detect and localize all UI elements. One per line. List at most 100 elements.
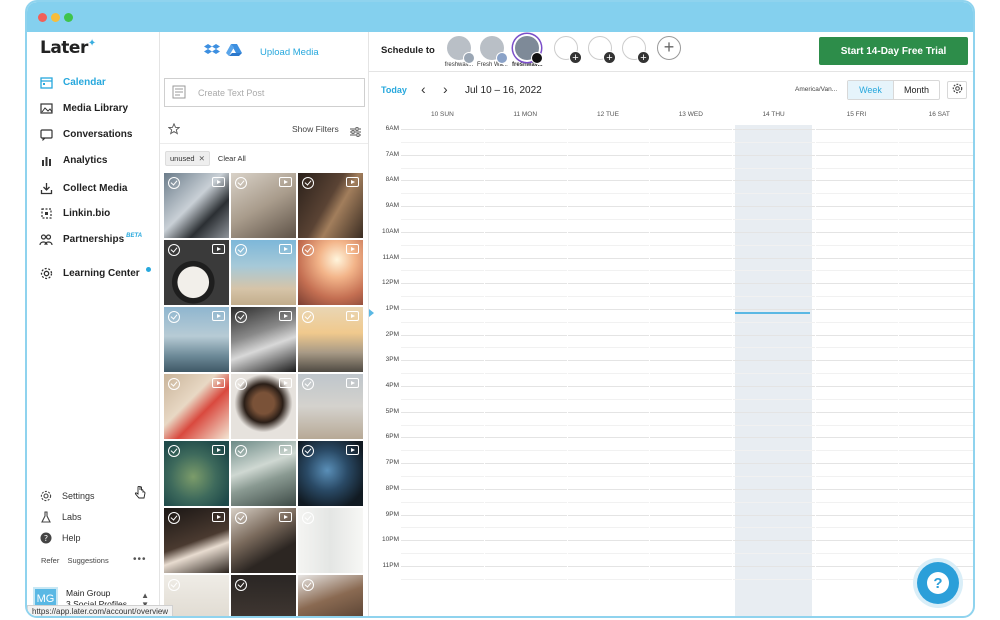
create-text-post-input[interactable]: Create Text Post [164, 78, 365, 107]
sidebar-item-media-library[interactable]: Media Library [39, 98, 128, 118]
media-tile[interactable] [231, 508, 296, 573]
add-profile-button[interactable]: + [657, 36, 681, 60]
upload-media-button[interactable]: Upload Media [260, 47, 319, 58]
download-icon [39, 181, 53, 195]
chevron-right-icon[interactable]: › [443, 81, 448, 97]
timezone-select[interactable]: America/Van... [795, 86, 837, 93]
select-check-icon[interactable] [235, 311, 247, 323]
refer-link[interactable]: Refer [41, 556, 59, 565]
day-column[interactable] [570, 125, 647, 616]
sidebar-item-linkinbio[interactable]: Linkin.bio [39, 203, 110, 223]
sidebar-item-analytics[interactable]: Analytics [39, 150, 107, 170]
clear-all-button[interactable]: Clear All [218, 154, 246, 163]
sidebar-item-calendar[interactable]: Calendar [39, 72, 106, 92]
google-drive-icon[interactable] [226, 43, 242, 62]
gear-icon [39, 266, 53, 280]
media-tile[interactable] [298, 374, 363, 439]
day-column[interactable] [652, 125, 729, 616]
select-check-icon[interactable] [168, 378, 180, 390]
hour-gridline [401, 257, 973, 259]
sidebar-item-collect-media[interactable]: Collect Media [39, 178, 127, 198]
dropbox-icon[interactable] [204, 43, 220, 62]
media-tile[interactable] [231, 240, 296, 305]
close-window-button[interactable] [38, 13, 47, 22]
select-check-icon[interactable] [235, 378, 247, 390]
media-tile[interactable] [164, 575, 229, 616]
day-column[interactable] [404, 125, 481, 616]
media-tile[interactable] [231, 575, 296, 616]
media-tile[interactable] [298, 173, 363, 238]
show-filters-button[interactable]: Show Filters [292, 124, 339, 134]
week-view-button[interactable]: Week [848, 81, 894, 99]
half-hour-gridline [401, 218, 973, 220]
select-check-icon[interactable] [235, 445, 247, 457]
half-hour-gridline [401, 475, 973, 477]
media-tile[interactable] [298, 307, 363, 372]
sliders-icon[interactable] [350, 124, 361, 142]
select-check-icon[interactable] [168, 177, 180, 189]
select-check-icon[interactable] [302, 445, 314, 457]
help-button[interactable]: ? [917, 562, 959, 604]
media-tile[interactable] [231, 374, 296, 439]
suggestions-link[interactable]: Suggestions [67, 556, 108, 565]
calendar-settings-button[interactable] [947, 81, 967, 99]
select-check-icon[interactable] [168, 311, 180, 323]
select-check-icon[interactable] [302, 177, 314, 189]
chevron-left-icon[interactable]: ‹ [421, 81, 426, 97]
select-check-icon[interactable] [235, 177, 247, 189]
half-hour-gridline [401, 553, 973, 555]
media-tile[interactable] [231, 307, 296, 372]
day-column[interactable] [487, 125, 564, 616]
sidebar-item-labs[interactable]: Labs [39, 508, 82, 526]
select-check-icon[interactable] [302, 579, 314, 591]
more-options-button[interactable]: ••• [133, 554, 147, 565]
media-tile[interactable] [164, 374, 229, 439]
close-icon[interactable]: ✕ [199, 154, 205, 163]
select-check-icon[interactable] [168, 445, 180, 457]
day-header: 15 FRI [846, 111, 867, 118]
media-tile[interactable] [298, 441, 363, 506]
later-logo[interactable]: Later✦ [40, 38, 96, 58]
start-trial-button[interactable]: Start 14-Day Free Trial [819, 37, 968, 65]
select-check-icon[interactable] [168, 244, 180, 256]
select-check-icon[interactable] [302, 378, 314, 390]
day-column[interactable] [818, 125, 895, 616]
media-tile[interactable] [164, 173, 229, 238]
profile-tiktok[interactable]: freshwav... [512, 36, 543, 68]
month-view-button[interactable]: Month [894, 81, 939, 99]
add-linkedin-button[interactable]: + [619, 36, 650, 64]
select-check-icon[interactable] [168, 579, 180, 591]
profile-instagram[interactable]: freshwav... [444, 36, 475, 68]
sidebar-item-conversations[interactable]: Conversations [39, 124, 132, 144]
media-tile[interactable] [164, 441, 229, 506]
media-tile[interactable] [164, 240, 229, 305]
star-icon[interactable] [167, 122, 181, 140]
media-tile[interactable] [164, 307, 229, 372]
media-tile[interactable] [164, 508, 229, 573]
add-pinterest-button[interactable]: + [551, 36, 582, 64]
select-check-icon[interactable] [302, 244, 314, 256]
maximize-window-button[interactable] [64, 13, 73, 22]
media-tile[interactable] [298, 508, 363, 573]
media-tile[interactable] [231, 441, 296, 506]
media-tile[interactable] [298, 240, 363, 305]
media-tile[interactable] [298, 575, 363, 616]
add-twitter-button[interactable]: + [585, 36, 616, 64]
select-check-icon[interactable] [235, 244, 247, 256]
select-check-icon[interactable] [302, 512, 314, 524]
sidebar-item-learning-center[interactable]: Learning Center [39, 263, 140, 283]
sidebar-item-help[interactable]: ? Help [39, 529, 81, 547]
sidebar-item-partnerships[interactable]: Partnerships BETA [39, 229, 142, 249]
day-column[interactable] [735, 125, 812, 616]
profile-facebook[interactable]: Fresh Wa... [477, 36, 508, 68]
minimize-window-button[interactable] [51, 13, 60, 22]
select-check-icon[interactable] [168, 512, 180, 524]
day-column[interactable] [901, 125, 973, 616]
select-check-icon[interactable] [235, 579, 247, 591]
select-check-icon[interactable] [235, 512, 247, 524]
filter-chip-unused[interactable]: unused ✕ [165, 150, 210, 166]
select-check-icon[interactable] [302, 311, 314, 323]
today-button[interactable]: Today [381, 85, 407, 95]
media-tile[interactable] [231, 173, 296, 238]
sidebar-item-settings[interactable]: Settings [39, 487, 95, 505]
